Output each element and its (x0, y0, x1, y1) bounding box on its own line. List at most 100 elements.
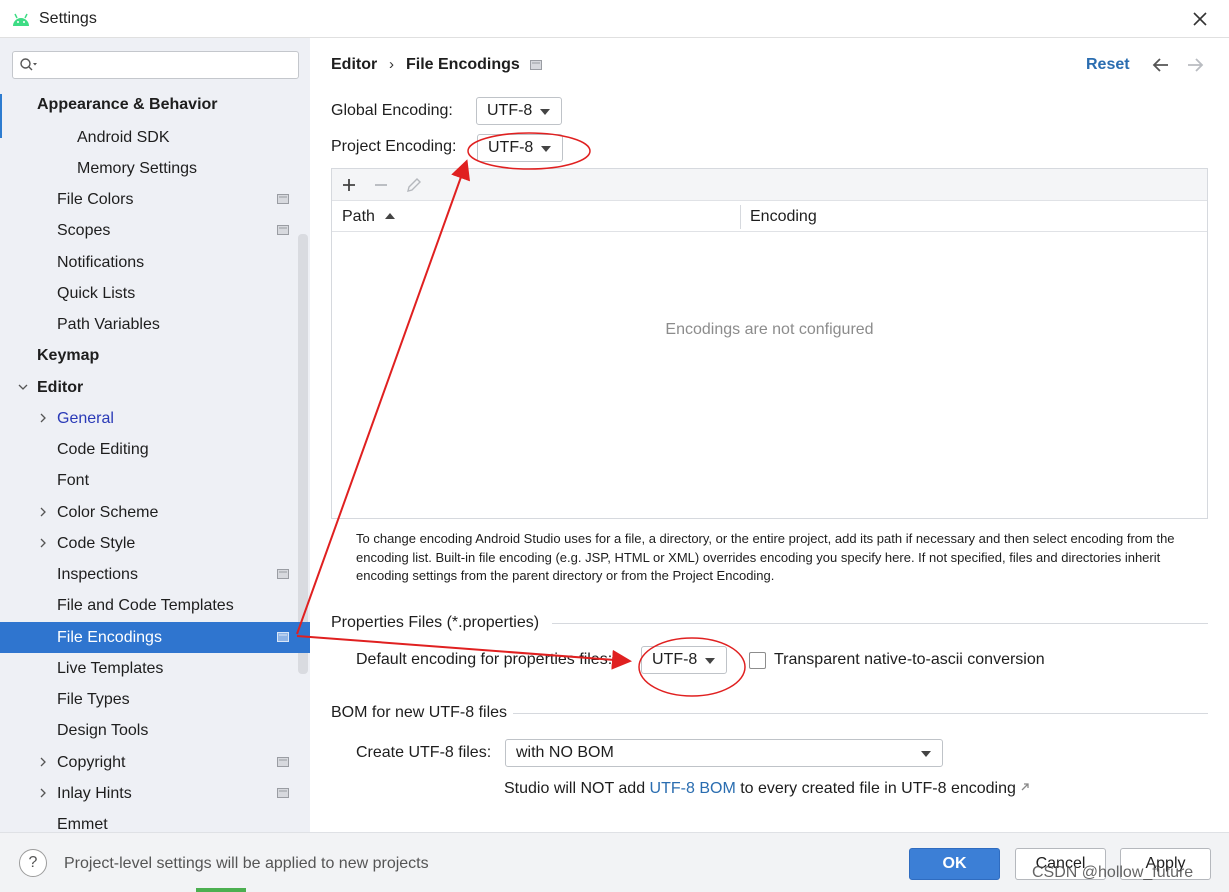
sidebar-item-live-templates[interactable]: Live Templates (0, 653, 310, 684)
column-header-encoding[interactable]: Encoding (740, 201, 1207, 232)
column-header-path[interactable]: Path (332, 201, 740, 232)
sidebar-item-label: File and Code Templates (57, 597, 234, 614)
page-icon (277, 632, 289, 642)
sidebar-item-inspections[interactable]: Inspections (0, 559, 310, 590)
global-encoding-select[interactable]: UTF-8 (476, 97, 562, 125)
sidebar-item-label: Code Editing (57, 441, 149, 458)
sidebar-item-label: Inlay Hints (57, 785, 132, 802)
sidebar-item-code-editing[interactable]: Code Editing (0, 434, 310, 465)
back-arrow-icon[interactable] (1151, 56, 1171, 74)
sidebar-item-android-sdk[interactable]: Android SDK (0, 122, 310, 153)
sidebar-item-label: Notifications (57, 254, 145, 271)
sidebar-item-label: General (57, 410, 114, 427)
sidebar-item-editor[interactable]: Editor (0, 372, 310, 403)
sidebar-item-color-scheme[interactable]: Color Scheme (0, 497, 310, 528)
global-encoding-label: Global Encoding: (331, 102, 453, 119)
create-utf8-value: with NO BOM (516, 744, 614, 761)
settings-search[interactable] (12, 51, 299, 79)
add-icon[interactable] (340, 176, 358, 194)
sidebar-item-code-style[interactable]: Code Style (0, 528, 310, 559)
sidebar-item-scopes[interactable]: Scopes (0, 215, 310, 246)
create-utf8-select[interactable]: with NO BOM (505, 739, 943, 767)
sidebar-item-label: File Types (57, 691, 130, 708)
column-header-encoding-label: Encoding (750, 208, 817, 225)
project-encoding-label: Project Encoding: (331, 138, 457, 155)
sidebar-item-file-code-templates[interactable]: File and Code Templates (0, 590, 310, 621)
help-button[interactable]: ? (19, 849, 47, 877)
ok-button[interactable]: OK (909, 848, 1000, 880)
sidebar-item-label: Quick Lists (57, 285, 136, 302)
edit-icon[interactable] (405, 176, 423, 194)
page-icon (277, 757, 289, 767)
sidebar-item-label: Memory Settings (77, 160, 198, 177)
android-icon (13, 13, 29, 26)
sidebar-item-label: Scopes (57, 222, 111, 239)
sidebar-item-quick-lists[interactable]: Quick Lists (0, 278, 310, 309)
dropdown-arrow-icon (541, 146, 551, 152)
watermark: CSDN @hollow_future (1032, 864, 1194, 881)
sidebar-item-path-variables[interactable]: Path Variables (0, 309, 310, 340)
remove-icon[interactable] (372, 176, 390, 194)
utf8-bom-link[interactable]: UTF-8 BOM (650, 780, 736, 797)
dialog-footer: ? Project-level settings will be applied… (0, 832, 1229, 892)
sidebar-item-general[interactable]: General (0, 403, 310, 434)
search-input[interactable] (43, 55, 293, 75)
project-encoding-select[interactable]: UTF-8 (477, 134, 563, 162)
bom-note: Studio will NOT add UTF-8 BOM to every c… (504, 780, 1030, 798)
chevron-down-icon[interactable] (18, 382, 28, 392)
sidebar-item-label: Live Templates (57, 660, 164, 677)
dropdown-arrow-icon (705, 658, 715, 664)
native-to-ascii-label[interactable]: Transparent native-to-ascii conversion (774, 651, 1045, 669)
page-icon (530, 60, 542, 70)
native-to-ascii-checkbox[interactable] (749, 652, 766, 669)
bom-note-prefix: Studio will NOT add (504, 780, 650, 797)
chevron-right-icon[interactable] (38, 757, 48, 767)
dropdown-arrow-icon (540, 109, 550, 115)
chevron-right-icon[interactable] (38, 413, 48, 423)
bom-note-suffix: to every created file in UTF-8 encoding (735, 780, 1016, 797)
sidebar-item-label: Appearance & Behavior (37, 96, 218, 113)
footer-note: Project-level settings will be applied t… (64, 855, 429, 872)
sidebar-item-font[interactable]: Font (0, 465, 310, 496)
page-title: File Encodings (406, 56, 520, 73)
settings-content: Editor › File Encodings Reset Global Enc… (310, 38, 1229, 832)
forward-arrow-icon[interactable] (1185, 56, 1205, 74)
section-divider (552, 623, 1208, 624)
sidebar-item-inlay-hints[interactable]: Inlay Hints (0, 778, 310, 809)
window-title: Settings (39, 10, 97, 27)
sidebar-item-label: File Encodings (57, 629, 162, 646)
sidebar-item-label: Keymap (37, 347, 100, 364)
sidebar-item-label: Inspections (57, 566, 138, 583)
column-header-path-label: Path (342, 208, 375, 225)
chevron-right-icon[interactable] (38, 507, 48, 517)
sidebar-item-file-types[interactable]: File Types (0, 684, 310, 715)
sidebar-item-label: File Colors (57, 191, 134, 208)
properties-encoding-label: Default encoding for properties files: (356, 651, 613, 668)
section-divider (513, 713, 1208, 714)
properties-encoding-select[interactable]: UTF-8 (641, 646, 727, 674)
chevron-right-icon[interactable] (38, 788, 48, 798)
sidebar-item-file-colors[interactable]: File Colors (0, 184, 310, 215)
reset-link[interactable]: Reset (1086, 56, 1130, 74)
sort-ascending-icon (385, 213, 395, 219)
page-icon (277, 569, 289, 579)
dropdown-arrow-icon (921, 751, 931, 757)
sidebar-item-memory-settings[interactable]: Memory Settings (0, 153, 310, 184)
sidebar-item-copyright[interactable]: Copyright (0, 747, 310, 778)
sidebar-item-notifications[interactable]: Notifications (0, 247, 310, 278)
sidebar-item-file-encodings[interactable]: File Encodings (0, 622, 310, 653)
create-utf8-label: Create UTF-8 files: (356, 744, 492, 761)
page-icon (277, 194, 289, 204)
close-icon[interactable] (1189, 8, 1211, 30)
path-encoding-table: Path Encoding Encodings are not configur… (331, 168, 1208, 519)
external-link-icon[interactable] (1020, 782, 1030, 792)
properties-encoding-value: UTF-8 (652, 651, 698, 668)
chevron-right-icon[interactable] (38, 538, 48, 548)
sidebar-item-design-tools[interactable]: Design Tools (0, 715, 310, 746)
breadcrumb-parent[interactable]: Editor (331, 56, 377, 74)
sidebar-item-appearance-behavior[interactable]: Appearance & Behavior (0, 89, 310, 120)
encoding-help-text: To change encoding Android Studio uses f… (356, 531, 1175, 583)
properties-section-title: Properties Files (*.properties) (331, 614, 540, 631)
sidebar-item-keymap[interactable]: Keymap (0, 340, 310, 371)
sidebar-item-label: Editor (37, 379, 84, 396)
